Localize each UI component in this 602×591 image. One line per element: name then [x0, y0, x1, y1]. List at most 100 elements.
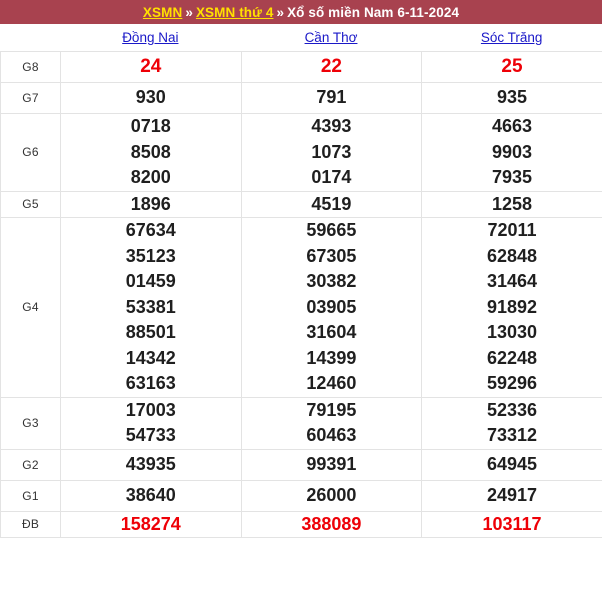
- prize-number: 8508: [130, 141, 171, 162]
- prize-cell: 24917: [421, 479, 602, 512]
- prize-cell: 25: [421, 51, 602, 83]
- prize-label-8: ĐB: [0, 510, 61, 538]
- prize-number: 38640: [125, 484, 176, 505]
- table-row: G4 67634 35123 01459 53381 88501 14342 63163 596…: [0, 217, 602, 398]
- page-title: Xổ số miền Nam 6-11-2024: [287, 4, 460, 20]
- prize-number: 24917: [486, 484, 538, 505]
- prize-number: 72011: [487, 220, 537, 240]
- prize-number: 59665: [306, 220, 357, 240]
- prize-number: 99391: [306, 453, 357, 474]
- table-row: ĐB 158274 388089 103117: [0, 510, 602, 538]
- prize-number: 43935: [125, 453, 176, 474]
- province-link-dong-nai[interactable]: Đồng Nai: [122, 30, 178, 45]
- prize-number: 22: [320, 56, 342, 77]
- prize-number: 4393: [311, 116, 352, 136]
- prize-cell: 59665 67305 30382 03905 31604 14399 12460: [240, 217, 423, 398]
- prize-number: 791: [316, 87, 347, 107]
- prize-number: 8200: [130, 167, 171, 187]
- prize-number: 63163: [125, 373, 176, 393]
- province-link-can-tho[interactable]: Cần Thơ: [305, 30, 358, 45]
- prize-number: 388089: [301, 513, 362, 534]
- prize-cell: 388089: [240, 510, 423, 538]
- prize-label-1: G7: [0, 82, 61, 114]
- table-row: G5 1896 4519 1258: [0, 190, 602, 218]
- prize-number: 35123: [125, 245, 176, 266]
- prize-number: 930: [135, 87, 166, 107]
- table-row: G3 17003 54733 79195 60463 52336 73312: [0, 396, 602, 450]
- prize-cell: 158274: [60, 510, 242, 538]
- table-row: G8 24 22 25: [0, 51, 602, 83]
- prize-number: 14342: [125, 347, 176, 368]
- prize-label-2: G6: [0, 113, 61, 192]
- prize-cell: 79195 60463: [240, 396, 423, 450]
- prize-number: 1896: [130, 193, 171, 214]
- prize-cell: 22: [240, 51, 423, 83]
- prize-number: 0718: [130, 116, 171, 136]
- prize-cell: 52336 73312: [421, 396, 602, 450]
- table-row: G1 38640 26000 24917: [0, 479, 602, 512]
- prize-cell: 935: [421, 82, 602, 114]
- province-link-soc-trang[interactable]: Sóc Trăng: [481, 30, 543, 45]
- prize-number: 26000: [306, 484, 357, 505]
- prize-number: 935: [496, 87, 527, 107]
- prize-number: 4519: [311, 193, 352, 214]
- prize-cell: 4519: [240, 190, 423, 218]
- breadcrumb-link-xsmn-thu-4[interactable]: XSMN thứ 4: [196, 5, 274, 20]
- prize-cell: 38640: [60, 479, 242, 512]
- prize-number: 1073: [311, 141, 352, 162]
- province-header-0: Đồng Nai: [60, 30, 241, 45]
- prize-cell: 0718 8508 8200: [60, 113, 242, 192]
- prize-number: 53381: [125, 296, 176, 317]
- prize-number: 0174: [311, 167, 352, 187]
- breadcrumb-title-bar: XSMN » XSMN thứ 4 » Xổ số miền Nam 6-11-…: [0, 0, 602, 24]
- prize-cell: 930: [60, 82, 242, 114]
- prize-number: 64945: [486, 453, 538, 474]
- prize-number: 30382: [306, 271, 357, 291]
- prize-cell: 1896: [60, 190, 242, 218]
- prize-number: 59296: [486, 373, 538, 393]
- breadcrumb-separator-2: »: [276, 4, 285, 20]
- prize-cell: 4393 1073 0174: [240, 113, 423, 192]
- prize-number: 62248: [486, 347, 538, 368]
- prize-number: 4663: [491, 116, 532, 136]
- prize-number: 13030: [486, 322, 538, 342]
- prize-label-5: G3: [0, 396, 61, 450]
- prize-number: 52336: [486, 399, 538, 420]
- prize-cell: 4663 9903 7935: [421, 113, 602, 192]
- prize-number: 91892: [486, 296, 538, 317]
- prize-number: 31604: [306, 322, 357, 342]
- lottery-results-table: G8 24 22 25 G7 930 791 935 G6 0718 8508 8200 4393 107…: [0, 51, 602, 538]
- prize-label-4: G4: [0, 217, 61, 398]
- prize-cell: 72011 62848 31464 91892 13030 62248 59296: [421, 217, 602, 398]
- prize-cell: 64945: [421, 448, 602, 481]
- prize-cell: 67634 35123 01459 53381 88501 14342 63163: [60, 217, 242, 398]
- prize-number: 158274: [120, 513, 181, 534]
- prize-number: 73312: [486, 425, 538, 445]
- prize-number: 67634: [125, 220, 176, 240]
- prize-cell: 1258: [421, 190, 602, 218]
- prize-cell: 99391: [240, 448, 423, 481]
- prize-label-7: G1: [0, 479, 61, 512]
- breadcrumb-separator-1: »: [185, 4, 193, 20]
- lottery-results-page: XSMN » XSMN thứ 4 » Xổ số miền Nam 6-11-…: [0, 0, 602, 591]
- province-header-2: Sóc Trăng: [421, 30, 602, 45]
- prize-number: 67305: [306, 245, 357, 266]
- prize-number: 1258: [491, 193, 532, 214]
- prize-number: 24: [140, 56, 162, 77]
- prize-number: 60463: [306, 425, 357, 445]
- prize-number: 62848: [486, 245, 538, 266]
- prize-number: 9903: [491, 141, 532, 162]
- prize-cell: 17003 54733: [60, 396, 242, 450]
- prize-number: 88501: [125, 322, 176, 342]
- prize-number: 14399: [306, 347, 357, 368]
- province-header-row: Đồng Nai Cần Thơ Sóc Trăng: [0, 24, 602, 51]
- prize-label-3: G5: [0, 190, 61, 218]
- prize-number: 25: [501, 56, 523, 77]
- table-row: G7 930 791 935: [0, 82, 602, 114]
- prize-cell: 26000: [240, 479, 423, 512]
- prize-number: 17003: [125, 399, 176, 420]
- prize-cell: 791: [240, 82, 423, 114]
- breadcrumb-link-xsmn[interactable]: XSMN: [143, 5, 182, 20]
- results-table-body: G8 24 22 25 G7 930 791 935 G6 0718 8508 8200 4393 107…: [0, 51, 602, 538]
- table-row: G6 0718 8508 8200 4393 1073 0174 4663 9903 7935: [0, 113, 602, 192]
